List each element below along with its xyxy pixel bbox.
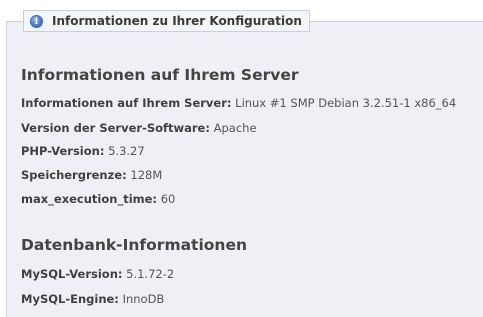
row-label: Informationen auf Ihrem Server: bbox=[21, 96, 232, 110]
panel-legend: i Informationen zu Ihrer Konfiguration bbox=[23, 10, 310, 32]
server-software-row: Version der Server-Software: Apache bbox=[21, 121, 257, 135]
php-version-row: PHP-Version: 5.3.27 bbox=[21, 144, 145, 158]
row-value: 60 bbox=[160, 192, 176, 206]
row-value: InnoDB bbox=[122, 292, 165, 306]
row-label: PHP-Version: bbox=[21, 144, 105, 158]
row-label: MySQL-Engine: bbox=[21, 292, 119, 306]
max-execution-time-row: max_execution_time: 60 bbox=[21, 192, 175, 206]
row-label: MySQL-Version: bbox=[21, 267, 123, 281]
info-icon: i bbox=[30, 14, 43, 28]
row-label: Version der Server-Software: bbox=[21, 121, 210, 135]
row-label: max_execution_time: bbox=[21, 192, 158, 206]
database-info-heading: Datenbank-Informationen bbox=[21, 236, 248, 254]
mysql-engine-row: MySQL-Engine: InnoDB bbox=[21, 292, 164, 306]
panel-title: Informationen zu Ihrer Konfiguration bbox=[52, 14, 302, 28]
memory-limit-row: Speichergrenze: 128M bbox=[21, 168, 162, 182]
row-value: 5.1.72-2 bbox=[126, 267, 175, 281]
mysql-version-row: MySQL-Version: 5.1.72-2 bbox=[21, 267, 174, 281]
row-label: Speichergrenze: bbox=[21, 168, 127, 182]
server-info-heading: Informationen auf Ihrem Server bbox=[21, 66, 299, 84]
server-info-row: Informationen auf Ihrem Server: Linux #1… bbox=[21, 96, 456, 110]
row-value: Linux #1 SMP Debian 3.2.51-1 x86_64 bbox=[235, 96, 457, 110]
row-value: 128M bbox=[130, 168, 163, 182]
row-value: Apache bbox=[213, 121, 257, 135]
row-value: 5.3.27 bbox=[108, 144, 145, 158]
